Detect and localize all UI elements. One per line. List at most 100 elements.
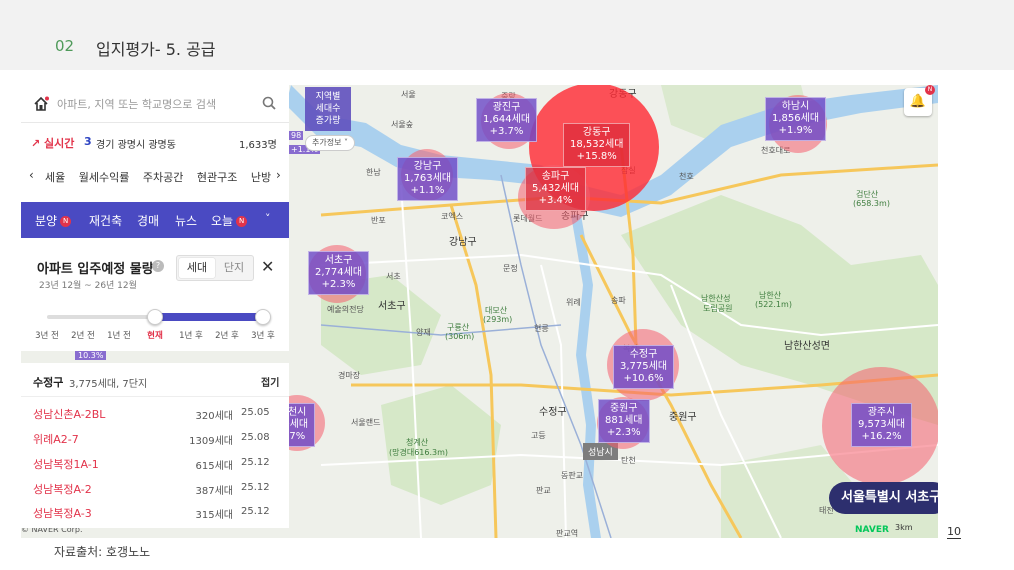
list-item[interactable]: 성남복정1A-1 615세대 25.12 [21,451,289,475]
supply-marker[interactable]: 광주시 9,573세대 +16.2% [851,403,913,447]
chevron-down-icon[interactable]: ˅ [265,212,271,225]
place-label: (522.1m) [755,300,792,309]
slider-tick-label[interactable]: 현재 [147,329,163,341]
nav-item-auction[interactable]: 경매 [137,212,159,229]
filter-chip[interactable]: 난방 [251,171,271,184]
naver-logo: NAVER [855,525,889,535]
filter-chip[interactable]: 현관구조 [197,171,237,184]
complex-units: 320세대 [195,411,234,422]
legend-line: 세대수 [315,104,341,114]
help-icon[interactable]: ? [152,260,164,272]
place-label: 남한산성면 [784,341,830,352]
supply-marker[interactable]: 강동구 18,532세대 +15.8% [563,123,631,167]
nav-label: 분양 [35,214,58,228]
extra-info-chip[interactable]: 추가정보 ˅ [305,135,355,151]
close-icon[interactable]: ✕ [261,257,274,276]
district-list-header: 수정구 3,775세대, 7단지 접기 [21,365,289,397]
supply-marker[interactable]: 중원구 881세대 +2.3% [598,399,650,443]
slider-tick-label[interactable]: 1년 후 [179,329,203,341]
slider-handle-to[interactable] [255,309,271,325]
chevron-left-icon[interactable]: ‹ [29,168,34,182]
chevron-right-icon[interactable]: › [273,168,281,182]
nav-item-news[interactable]: 뉴스 [175,212,197,229]
marker-change: +10.6% [623,373,664,384]
marker-name: 수정구 [629,349,658,360]
district-name: 수정구 [33,376,64,389]
place-label: 서초구 [378,301,406,312]
home-icon[interactable] [33,96,49,112]
search-input[interactable] [57,94,257,114]
current-region-pill[interactable]: 서울특별시 서초구 [829,482,938,514]
place-label: 현릉 [534,324,549,333]
nav-item-rebuild[interactable]: 재건축 [89,212,122,229]
place-label: 서울숲 [391,120,414,129]
legend-line: 증가량 [315,116,341,126]
section-title: 입지평가- 5. 공급 [96,40,216,59]
legend-box[interactable]: 지역별 세대수 증가량 [305,87,351,131]
sheet-title: 아파트 입주예정 물량 [37,262,154,277]
marker-name: 하남시 [781,101,810,112]
page-number: 10 [947,525,961,539]
toggle-complexes[interactable]: 단지 [217,258,251,278]
filter-chip[interactable]: 월세수익률 [79,171,130,184]
list-item[interactable]: 성남복정A-2 387세대 25.12 [21,476,289,500]
supply-marker[interactable]: 서초구 2,774세대 +2.3% [308,251,370,295]
marker-name: 송파구 [541,171,570,182]
place-label: 천호 [679,172,694,181]
place-label: 탄천 [621,456,636,465]
marker-name: 강동구 [582,127,611,138]
marker-units: 1,763세대 [404,173,452,184]
new-badge: N [60,216,72,227]
filter-chips: ‹ 세율 월세수익률 주차공간 현관구조 난방 › [21,165,289,189]
search-icon[interactable] [262,96,276,110]
supply-marker[interactable]: 수정구 3,775세대 +10.6% [613,345,675,389]
marker-change: +2.3% [606,427,641,438]
slider-tick-label[interactable]: 2년 후 [215,329,239,341]
supply-marker[interactable]: 광진구 1,644세대 +3.7% [476,98,538,142]
slide: 02 입지평가- 5. 공급 서울숲 한남 반포 코엑스 강남구 서초구 예술의… [0,0,1014,570]
slider-handle-from[interactable] [147,309,163,325]
complex-name: 성남신촌A-2BL [33,408,106,421]
slider-ticks: 3년 전 2년 전 1년 전 현재 1년 후 2년 후 3년 후 [21,329,289,343]
complex-name: 위례A2-7 [33,433,79,446]
list-item[interactable]: 위례A2-7 1309세대 25.08 [21,426,289,450]
filter-chip[interactable]: 세율 [45,171,65,184]
slider-tick-label[interactable]: 3년 후 [251,329,275,341]
marker-edge-label: 98 [289,131,304,140]
place-label: 송파 [611,296,626,305]
slider-tick-label[interactable]: 3년 전 [35,329,59,341]
nav-item-presale[interactable]: 분양 N [35,212,72,229]
place-label: 예술의전당 [327,305,364,314]
marker-edge-label: 10.3% [75,351,107,360]
marker-change: +1.9% [778,125,813,136]
marker-units: 9,573세대 [858,419,906,430]
supply-marker[interactable]: 송파구 5,432세대 +3.4% [525,167,587,211]
marker-units: 18,532세대 [570,139,624,150]
district-summary: 3,775세대, 7단지 [69,379,148,390]
supply-marker[interactable]: 하남시 1,856세대 +1.9% [765,97,827,141]
list-item[interactable]: 성남복정A-3 315세대 25.12 [21,500,289,524]
realtime-ranking[interactable]: ↗ 실시간 3 경기 광명시 광명동 1,633명 [21,131,289,153]
place-label: 서초 [386,272,401,281]
marker-change: +2.3% [321,279,356,290]
place-label: 강남구 [449,237,477,248]
nav-item-today[interactable]: 오늘 N [211,212,248,229]
complex-name: 성남복정1A-1 [33,458,99,471]
filter-chip[interactable]: 주차공간 [143,171,183,184]
place-label: 서울랜드 [351,418,381,427]
search-bar [21,85,289,123]
period-slider[interactable] [47,309,271,325]
marker-units: 2,774세대 [315,267,363,278]
toggle-households[interactable]: 세대 [179,258,215,278]
section-number: 02 [55,37,75,55]
list-item[interactable]: 성남신촌A-2BL 320세대 25.05 [21,401,289,425]
marker-change: +1.1% [410,185,445,196]
place-label: 위례 [566,298,581,307]
slider-tick-label[interactable]: 2년 전 [71,329,95,341]
slider-fill [155,313,263,321]
supply-marker[interactable]: 강남구 1,763세대 +1.1% [397,157,459,201]
fold-button[interactable]: 접기 [261,374,279,389]
slider-tick-label[interactable]: 1년 전 [107,329,131,341]
place-label: 반포 [371,216,386,225]
place-label: 판교역 [556,529,579,538]
